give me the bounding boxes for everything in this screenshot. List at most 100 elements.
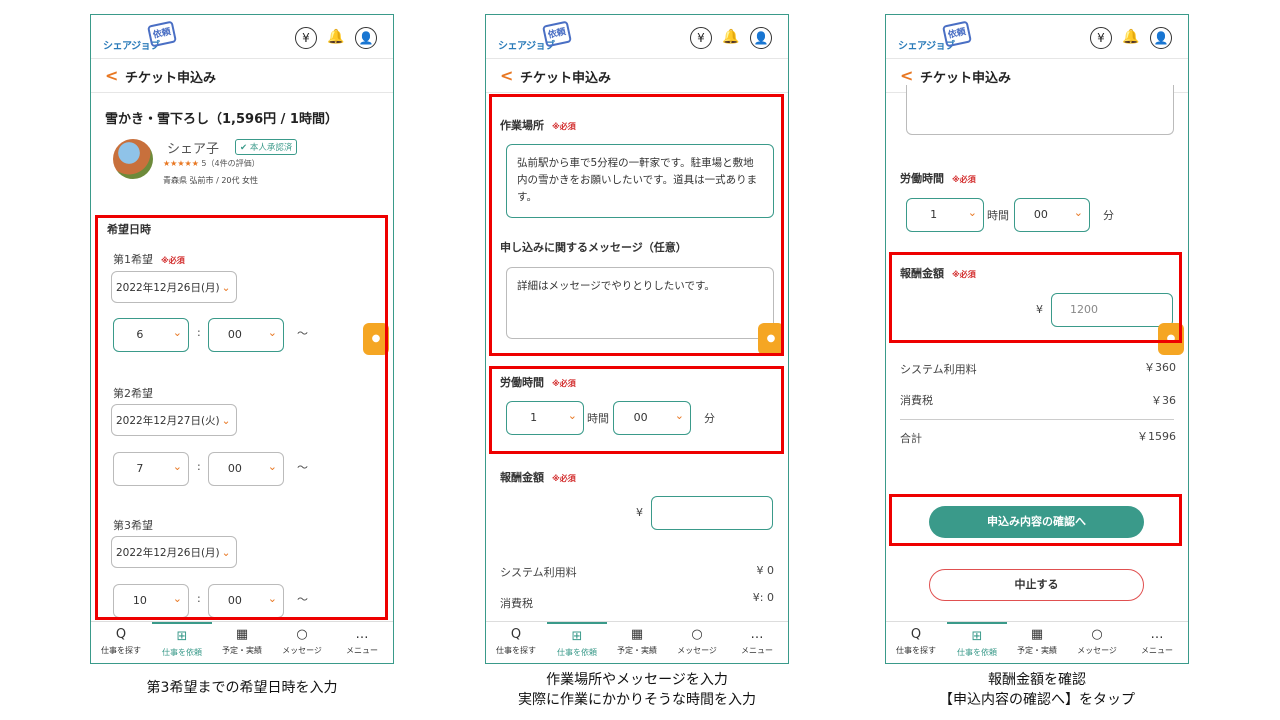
tab-label: 予定・実績 [617,646,657,655]
yen-symbol: ¥ [636,506,643,519]
tab-label: メッセージ [677,646,717,655]
bottom-tab-bar: Q 仕事を探す ⊞ 仕事を依頼 ▦ 予定・実績 ○ メッセージ … メニュー [486,621,788,663]
logo-mark: 依頼 [941,20,973,48]
back-icon[interactable]: < [105,66,118,85]
yen-icon[interactable]: ¥ [295,27,317,49]
tax-value: ￥36 [1151,394,1176,407]
tab-label: 仕事を探す [896,646,936,655]
plus-square-icon: ⊞ [571,629,583,644]
plus-square-icon: ⊞ [971,629,983,644]
tab-search[interactable]: Q 仕事を探す [886,622,946,663]
tab-messages[interactable]: ○ メッセージ [272,622,332,663]
system-fee-label: システム利用料 [900,363,977,376]
back-icon[interactable]: < [500,66,513,85]
yen-icon[interactable]: ¥ [1090,27,1112,49]
caption-3-line-2: 【申込内容の確認へ】をタップ [939,692,1135,708]
tab-label: 仕事を探す [496,646,536,655]
hours-select[interactable]: 1 ⌄ [906,198,984,232]
tab-request[interactable]: ⊞ 仕事を依頼 [547,622,607,663]
app-logo[interactable]: シェアジョブ 依頼 [498,20,573,53]
title-bar: < チケット申込み [486,59,788,93]
speech-bubble-icon: ○ [1091,627,1103,642]
chevron-down-icon: ⌄ [1073,206,1083,219]
caption-3: 報酬金額を確認 【申込内容の確認へ】をタップ [885,670,1189,710]
divider [900,419,1174,420]
highlight-confirm [889,494,1182,546]
caption-1: 第3希望までの希望日時を入力 [146,680,338,696]
user-icon[interactable]: 👤 [750,27,772,49]
tab-label: 仕事を依頼 [957,648,997,657]
tab-messages[interactable]: ○ メッセージ [1067,622,1127,663]
bell-icon[interactable]: 🔔 [325,27,347,49]
more-icon: … [750,627,764,642]
yen-icon[interactable]: ¥ [690,27,712,49]
required-mark: ※必須 [952,175,976,184]
tax-label: 消費税 [900,394,933,407]
highlight-workplace-message [489,94,784,356]
tab-messages[interactable]: ○ メッセージ [667,622,727,663]
plus-square-icon: ⊞ [176,629,188,644]
tab-menu[interactable]: … メニュー [1127,622,1187,663]
app-header: シェアジョブ 依頼 ¥ 🔔 👤 [886,15,1188,59]
system-fee-label: システム利用料 [500,566,577,579]
page-title: チケット申込み [125,71,217,86]
app-header: シェアジョブ 依頼 ¥ 🔔 👤 [486,15,788,59]
cancel-button[interactable]: 中止する [929,569,1144,601]
profile-name: シェア子 [167,142,220,157]
tab-schedule[interactable]: ▦ 予定・実績 [212,622,272,663]
rating: ★★★★★ 5（4件の評価） [163,158,260,169]
tab-request[interactable]: ⊞ 仕事を依頼 [152,622,212,663]
app-logo[interactable]: シェアジョブ 依頼 [103,20,178,53]
search-icon: Q [510,627,522,642]
tab-search[interactable]: Q 仕事を探す [486,622,546,663]
minutes-unit: 分 [1103,209,1114,222]
total-value: ￥1596 [1137,430,1176,443]
logo-mark: 依頼 [146,20,178,48]
app-logo[interactable]: シェアジョブ 依頼 [898,20,973,53]
more-icon: … [355,627,369,642]
tab-menu[interactable]: … メニュー [332,622,392,663]
user-icon[interactable]: 👤 [355,27,377,49]
tab-label: メッセージ [282,646,322,655]
rating-text: 5（4件の評価） [201,159,260,168]
system-fee-value: ¥ 0 [756,564,775,577]
tax-label: 消費税 [500,597,533,610]
tab-search[interactable]: Q 仕事を探す [91,622,151,663]
message-textarea[interactable] [906,85,1174,135]
bell-icon[interactable]: 🔔 [1120,27,1142,49]
tab-request[interactable]: ⊞ 仕事を依頼 [947,622,1007,663]
chevron-down-icon: ⌄ [967,206,977,219]
tab-label: メッセージ [1077,646,1117,655]
hours-label: 労働時間 ※必須 [900,170,976,186]
caption-2-line-2: 実際に作業にかかりそうな時間を入力 [518,692,756,708]
total-label: 合計 [900,432,922,445]
tab-label: メニュー [1141,646,1173,655]
page-title: チケット申込み [520,71,612,86]
tab-label: 仕事を探す [101,646,141,655]
calendar-icon: ▦ [235,627,249,642]
hours-value: 1 [930,208,938,221]
search-icon: Q [115,627,127,642]
bottom-tab-bar: Q 仕事を探す ⊞ 仕事を依頼 ▦ 予定・実績 ○ メッセージ … メニュー [886,621,1188,663]
calendar-icon: ▦ [1030,627,1044,642]
bottom-tab-bar: Q 仕事を探す ⊞ 仕事を依頼 ▦ 予定・実績 ○ メッセージ … メニュー [91,621,393,663]
calendar-icon: ▦ [630,627,644,642]
tab-schedule[interactable]: ▦ 予定・実績 [1007,622,1067,663]
back-icon[interactable]: < [900,66,913,85]
more-icon: … [1150,627,1164,642]
verified-badge: ✔ 本人承認済 [235,139,298,155]
reward-input[interactable] [651,496,773,530]
highlight-dates [95,215,388,620]
tab-menu[interactable]: … メニュー [727,622,787,663]
user-icon[interactable]: 👤 [1150,27,1172,49]
tab-label: 予定・実績 [1017,646,1057,655]
minutes-select[interactable]: 00 ⌄ [1014,198,1090,232]
required-mark: ※必須 [552,474,576,483]
tab-label: メニュー [346,646,378,655]
logo-mark: 依頼 [541,20,573,48]
search-icon: Q [910,627,922,642]
tab-schedule[interactable]: ▦ 予定・実績 [607,622,667,663]
app-header: シェアジョブ 依頼 ¥ 🔔 👤 [91,15,393,59]
bell-icon[interactable]: 🔔 [720,27,742,49]
profile-location: 青森県 弘前市 / 20代 女性 [163,176,259,185]
